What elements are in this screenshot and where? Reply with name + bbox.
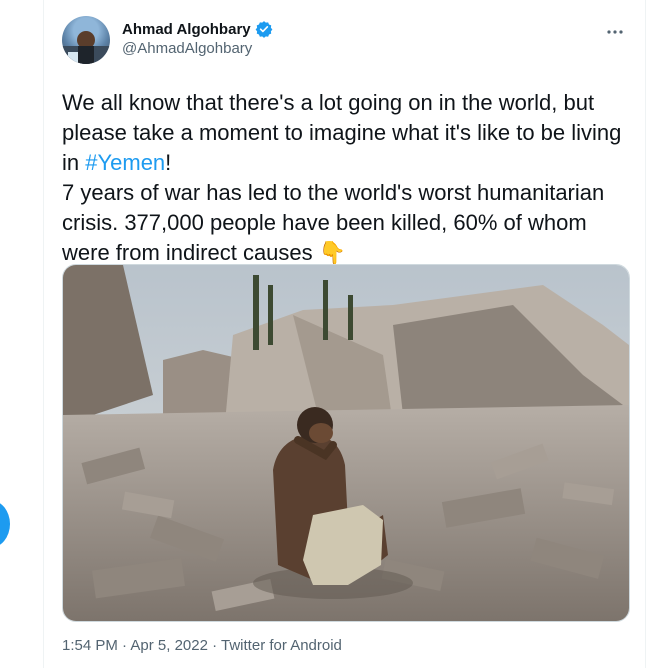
tweet-card: Ahmad Algohbary @AhmadAlgohbary We all k… — [44, 0, 645, 668]
tweet-meta: 1:54 PM · Apr 5, 2022 · Twitter for Andr… — [62, 637, 342, 654]
tweet-text-part-1-end: ! — [165, 150, 172, 175]
tweet-date[interactable]: Apr 5, 2022 — [130, 637, 208, 654]
more-icon[interactable] — [603, 20, 627, 44]
tweet-source[interactable]: Twitter for Android — [221, 637, 342, 654]
author-display-name[interactable]: Ahmad Algohbary — [122, 21, 251, 38]
author-handle[interactable]: @AhmadAlgohbary — [122, 40, 273, 57]
timeline-right-border — [645, 0, 646, 668]
compose-button-partial[interactable] — [0, 500, 10, 548]
author-names: Ahmad Algohbary @AhmadAlgohbary — [122, 20, 273, 57]
tweet-time[interactable]: 1:54 PM — [62, 637, 118, 654]
meta-separator: · — [207, 637, 222, 654]
avatar[interactable] — [62, 16, 110, 64]
tweet-text: We all know that there's a lot going on … — [62, 88, 632, 268]
hashtag-link[interactable]: #Yemen — [85, 150, 165, 175]
rubble-photo-illustration — [63, 265, 629, 621]
meta-separator: · — [117, 637, 131, 654]
verified-badge-icon — [255, 20, 273, 38]
pointing-down-emoji: 👇 — [318, 240, 347, 265]
tweet-header: Ahmad Algohbary @AhmadAlgohbary — [62, 16, 631, 72]
tweet-photo[interactable] — [62, 264, 630, 622]
